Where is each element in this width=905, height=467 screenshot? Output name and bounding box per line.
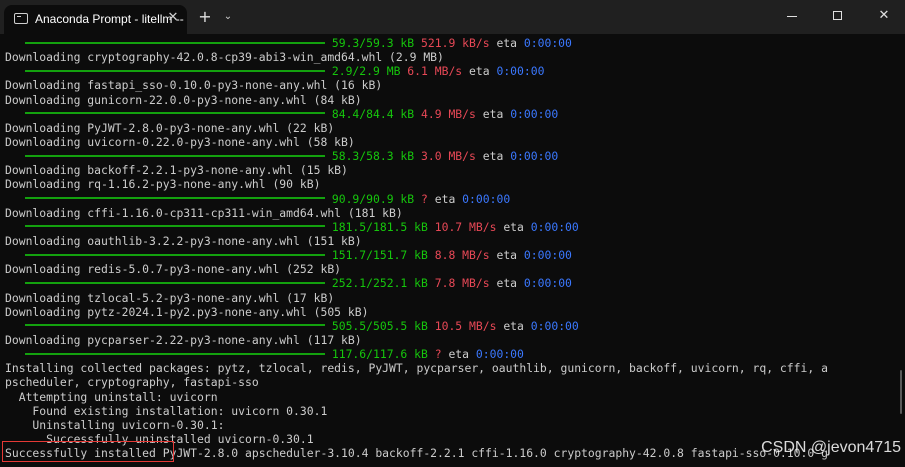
tab-close-button[interactable]: ✕ <box>164 9 182 27</box>
progress-eta-label: eta <box>496 248 518 263</box>
output-line: Downloading pytz-2024.1-py2.py3-none-any… <box>5 304 369 319</box>
minimize-icon <box>787 16 797 17</box>
progress-line: 58.3/58.3 kB 3.0 MB/s eta 0:00:00 <box>5 149 900 163</box>
tab-dropdown-button[interactable]: ⌄ <box>220 9 236 25</box>
output-line: Downloading pycparser-2.22-py3-none-any.… <box>5 332 362 347</box>
output-line: Downloading rq-1.16.2-py3-none-any.whl (… <box>5 177 321 192</box>
output-line: Downloading PyJWT-2.8.0-py3-none-any.whl… <box>5 120 335 135</box>
progress-bar <box>25 352 325 355</box>
maximize-icon <box>833 11 842 20</box>
maximize-button[interactable] <box>815 0 861 32</box>
progress-eta: 0:00:00 <box>523 36 572 50</box>
watermark: CSDN @jevon4715 <box>761 439 901 456</box>
progress-speed: 8.8 MB/s <box>434 248 490 263</box>
output-line: Downloading uvicorn-0.22.0-py3-none-any.… <box>5 134 355 149</box>
progress-size: 84.4/84.4 kB <box>331 106 415 121</box>
output-line: Downloading cryptography-42.0.8-cp39-abi… <box>5 50 444 65</box>
progress-eta: 0:00:00 <box>510 149 559 164</box>
output-line: pscheduler, cryptography, fastapi-sso <box>5 375 259 390</box>
progress-eta-label: eta <box>469 64 490 79</box>
progress-size: 181.5/181.5 kB <box>331 219 428 234</box>
output-line: Installing collected packages: pytz, tzl… <box>5 361 828 376</box>
progress-line: 84.4/84.4 kB 4.9 MB/s eta 0:00:00 <box>5 107 900 121</box>
progress-size: 90.9/90.9 kB <box>331 191 415 206</box>
output-line: Downloading tzlocal-5.2-py3-none-any.whl… <box>5 290 335 305</box>
progress-eta-label: eta <box>503 318 524 333</box>
progress-eta-label: eta <box>503 219 524 234</box>
progress-line: 2.9/2.9 MB 6.1 MB/s eta 0:00:00 <box>5 64 900 78</box>
progress-size: 58.3/58.3 kB <box>331 149 415 164</box>
progress-eta-label: eta <box>496 276 518 291</box>
progress-line: 252.1/252.1 kB 7.8 MB/s eta 0:00:00 <box>5 276 900 290</box>
progress-eta-label: eta <box>496 36 518 50</box>
progress-speed: 10.7 MB/s <box>434 219 497 234</box>
progress-eta-label: eta <box>434 191 456 206</box>
progress-eta-label: eta <box>448 347 470 362</box>
progress-eta: 0:00:00 <box>510 106 559 121</box>
progress-bar <box>25 197 325 200</box>
progress-eta: 0:00:00 <box>523 276 572 291</box>
progress-size: 117.6/117.6 kB <box>331 347 428 362</box>
output-line: Found existing installation: uvicorn 0.3… <box>5 403 328 418</box>
title-bar: Anaconda Prompt - litellm -- ✕ + ⌄ ✕ <box>0 0 905 34</box>
output-line: Uninstalling uvicorn-0.30.1: <box>5 417 225 432</box>
output-line: Downloading fastapi_sso-0.10.0-py3-none-… <box>5 78 383 93</box>
progress-line: 151.7/151.7 kB 8.8 MB/s eta 0:00:00 <box>5 248 900 262</box>
progress-speed: 10.5 MB/s <box>434 318 497 333</box>
progress-line: 505.5/505.5 kB 10.5 MB/s eta 0:00:00 <box>5 319 900 333</box>
progress-eta: 0:00:00 <box>523 248 572 263</box>
progress-size: 505.5/505.5 kB <box>331 318 428 333</box>
progress-line: 90.9/90.9 kB ? eta 0:00:00 <box>5 192 900 206</box>
progress-eta-label: eta <box>482 149 504 164</box>
progress-speed: ? <box>434 347 442 362</box>
progress-speed: 4.9 MB/s <box>421 106 476 121</box>
progress-speed: ? <box>421 191 428 206</box>
output-line: Downloading cffi-1.16.0-cp311-cp311-win_… <box>5 205 403 220</box>
new-tab-button[interactable]: + <box>196 8 214 26</box>
progress-eta: 0:00:00 <box>530 219 579 234</box>
progress-size: 151.7/151.7 kB <box>331 248 428 263</box>
output-line: Downloading gunicorn-22.0.0-py3-none-any… <box>5 92 362 107</box>
progress-line: 181.5/181.5 kB 10.7 MB/s eta 0:00:00 <box>5 220 900 234</box>
progress-size: 2.9/2.9 MB <box>331 64 401 79</box>
progress-eta: 0:00:00 <box>475 347 524 362</box>
close-window-button[interactable]: ✕ <box>861 0 905 32</box>
progress-speed: 6.1 MB/s <box>407 64 463 79</box>
progress-bar <box>25 112 325 115</box>
progress-bar <box>25 225 325 228</box>
scrollbar[interactable] <box>900 370 902 414</box>
progress-bar <box>25 281 325 284</box>
minimize-button[interactable] <box>769 0 815 32</box>
terminal-icon <box>14 13 28 24</box>
progress-line: 59.3/59.3 kB 521.9 kB/s eta 0:00:00 <box>5 36 900 50</box>
progress-bar <box>25 41 325 44</box>
tab-title: Anaconda Prompt - litellm -- <box>35 12 184 26</box>
progress-eta: 0:00:00 <box>462 191 511 206</box>
output-line: Downloading redis-5.0.7-py3-none-any.whl… <box>5 262 342 277</box>
highlight-box <box>2 441 174 462</box>
progress-bar <box>25 154 325 157</box>
progress-speed: 521.9 kB/s <box>421 36 490 50</box>
progress-size: 59.3/59.3 kB <box>331 36 415 50</box>
progress-bar <box>25 69 325 72</box>
output-line: Downloading oauthlib-3.2.2-py3-none-any.… <box>5 233 362 248</box>
output-line: Attempting uninstall: uvicorn <box>5 389 218 404</box>
progress-bar <box>25 253 325 256</box>
progress-line: 117.6/117.6 kB ? eta 0:00:00 <box>5 347 900 361</box>
progress-size: 252.1/252.1 kB <box>331 276 428 291</box>
output-line: Downloading backoff-2.2.1-py3-none-any.w… <box>5 163 348 178</box>
progress-speed: 3.0 MB/s <box>421 149 476 164</box>
terminal-tab[interactable]: Anaconda Prompt - litellm -- ✕ <box>4 5 187 34</box>
terminal-output[interactable]: 59.3/59.3 kB 521.9 kB/s eta 0:00:00 Downl… <box>5 36 900 460</box>
progress-eta: 0:00:00 <box>530 318 579 333</box>
progress-speed: 7.8 MB/s <box>434 276 490 291</box>
progress-eta-label: eta <box>482 106 504 121</box>
progress-bar <box>25 324 325 327</box>
progress-eta: 0:00:00 <box>496 64 545 79</box>
